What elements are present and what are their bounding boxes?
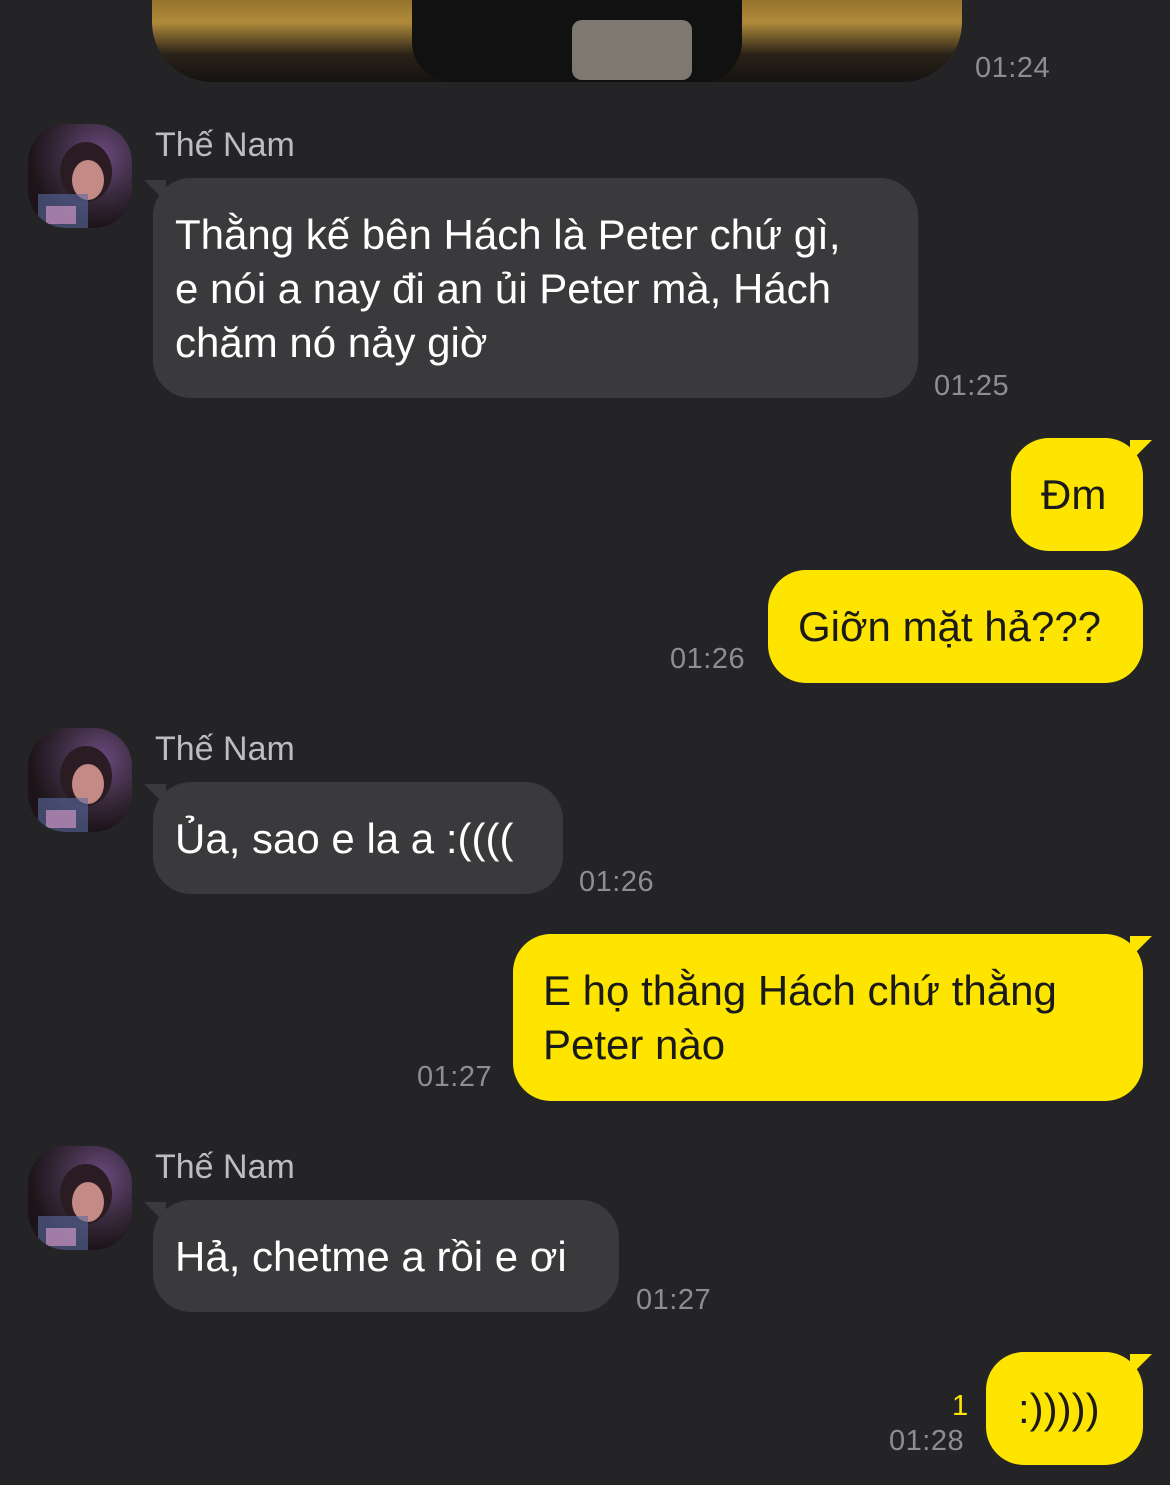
message-bubble-outgoing[interactable]: E họ thằng Hách chứ thằng Peter nào bbox=[513, 934, 1143, 1101]
message-bubble-outgoing[interactable]: Đm bbox=[1011, 438, 1143, 551]
message-text-line: Thằng kế bên Hách là Peter chứ gì, bbox=[175, 211, 841, 258]
photo-shirt-print bbox=[572, 20, 692, 80]
message-text-line: chăm nó nảy giờ bbox=[175, 319, 488, 366]
sender-avatar[interactable] bbox=[28, 1146, 132, 1250]
message-text-line: e nói a nay đi an ủi Peter mà, Hách bbox=[175, 265, 832, 312]
message-text-line: Peter nào bbox=[543, 1021, 726, 1068]
message-text-line: E họ thằng Hách chứ thằng bbox=[543, 967, 1057, 1014]
timestamp: 01:27 bbox=[417, 1061, 493, 1093]
message-text: :))))) bbox=[1018, 1385, 1100, 1432]
message-text: Giỡn mặt hả??? bbox=[798, 603, 1102, 650]
message-bubble-outgoing[interactable]: Giỡn mặt hả??? bbox=[768, 570, 1143, 683]
unread-count: 1 bbox=[952, 1390, 969, 1422]
timestamp: 01:25 bbox=[934, 370, 1010, 402]
sender-avatar[interactable] bbox=[28, 124, 132, 228]
photo-message[interactable] bbox=[152, 0, 962, 82]
message-text: Hả, chetme a rồi e ơi bbox=[175, 1233, 567, 1280]
sender-name: Thế Nam bbox=[155, 730, 295, 768]
timestamp: 01:24 bbox=[975, 52, 1051, 84]
message-bubble-outgoing[interactable]: :))))) bbox=[986, 1352, 1143, 1465]
avatar-photo bbox=[38, 746, 112, 832]
message-bubble-incoming[interactable]: Thằng kế bên Hách là Peter chứ gì, e nói… bbox=[153, 178, 918, 398]
timestamp: 01:28 bbox=[889, 1425, 965, 1457]
timestamp: 01:26 bbox=[579, 866, 655, 898]
avatar-photo bbox=[38, 142, 112, 228]
message-text: Đm bbox=[1041, 471, 1107, 518]
sender-avatar[interactable] bbox=[28, 728, 132, 832]
message-bubble-incoming[interactable]: Ủa, sao e la a :(((( bbox=[153, 782, 563, 894]
avatar-photo bbox=[38, 1164, 112, 1250]
message-bubble-incoming[interactable]: Hả, chetme a rồi e ơi bbox=[153, 1200, 619, 1312]
sender-name: Thế Nam bbox=[155, 1148, 295, 1186]
sender-name: Thế Nam bbox=[155, 126, 295, 164]
timestamp: 01:26 bbox=[670, 643, 746, 675]
timestamp: 01:27 bbox=[636, 1284, 712, 1316]
message-text: Ủa, sao e la a :(((( bbox=[175, 815, 514, 862]
